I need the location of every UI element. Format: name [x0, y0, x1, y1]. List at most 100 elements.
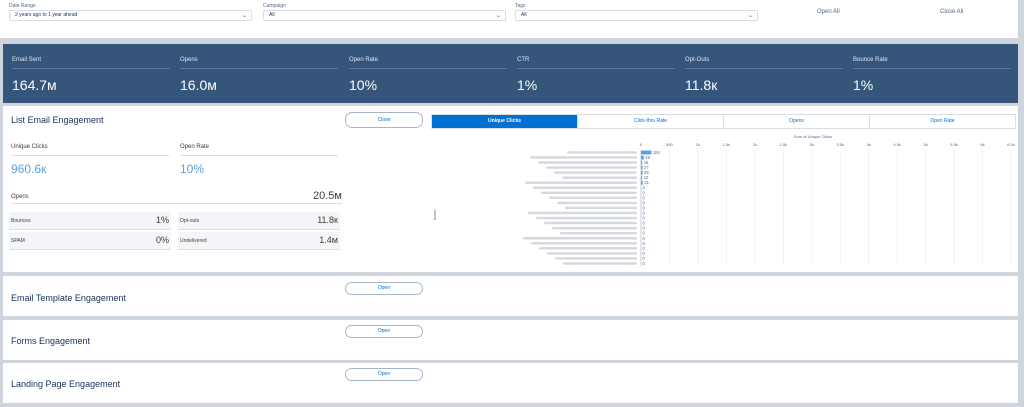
x-tick-label: 5.5k: [950, 142, 958, 147]
optouts-value: 11.8к: [317, 215, 338, 225]
category-label-blurred: [549, 196, 637, 200]
y-axis-label: Name: [432, 209, 437, 220]
kpi-bounce-rate: Bounce Rate 1%: [853, 44, 1011, 103]
date-range-select[interactable]: 2 years ago to 1 year ahead ⌄: [9, 10, 252, 21]
kpi-opens: Opens 16.0м: [180, 44, 338, 103]
category-label-blurred: [560, 232, 637, 235]
kpi-value: 10%: [349, 77, 378, 93]
x-tick-label: 2.5k: [780, 142, 788, 147]
category-label-blurred: [552, 226, 637, 230]
kpi-value: 16.0м: [180, 77, 217, 93]
unique-clicks-chart: Sum of Unique Clicks 0 500 1k 1.5k 2k 2.5k 3k 3.…: [432, 134, 1015, 267]
bar-value-label: 31: [644, 180, 649, 185]
spam-label: SPAM: [11, 238, 25, 244]
open-button[interactable]: Open: [345, 325, 423, 338]
bar: [641, 155, 644, 160]
chart-title: Sum of Unique Clicks: [794, 134, 832, 139]
category-label-blurred: [531, 242, 637, 245]
bar-value-label: 184: [653, 150, 661, 155]
category-label-blurred: [541, 191, 637, 194]
open-button[interactable]: Open: [345, 282, 423, 295]
open-rate-metric: Open Rate 10%: [180, 144, 338, 176]
kpi-label: Opt-Outs: [685, 57, 710, 63]
tab-click-thru-rate[interactable]: Click-thru Rate: [578, 115, 724, 128]
panel-title: Landing Page Engagement: [11, 379, 121, 389]
category-label-blurred: [533, 186, 637, 189]
campaign-value: All: [269, 12, 275, 18]
x-tick-label: 1.5k: [723, 142, 731, 147]
bounces-value: 1%: [155, 215, 169, 225]
x-tick-label: 2k: [753, 142, 757, 147]
x-tick-label: 3.5k: [836, 142, 844, 147]
kpi-label: Email Sent: [12, 57, 42, 63]
metric-value: 10%: [180, 162, 205, 176]
category-label-blurred: [536, 216, 637, 220]
list-email-engagement-panel: List Email Engagement Close Unique Click…: [3, 106, 1018, 272]
metric-label: Unique Clicks: [11, 144, 48, 150]
category-label-blurred: [528, 211, 637, 215]
forms-engagement-panel: Forms Engagement Open: [3, 320, 1018, 360]
category-label-blurred: [546, 166, 637, 169]
tags-select[interactable]: All ⌄: [515, 10, 758, 21]
open-all-button[interactable]: Open All: [817, 9, 840, 15]
x-tick-label: 0: [640, 142, 643, 147]
optouts-label: Opt-outs: [180, 218, 200, 224]
filter-bar: Date Range 2 years ago to 1 year ahead ⌄…: [0, 0, 1018, 38]
category-label-blurred: [544, 221, 637, 225]
panel-title: List Email Engagement: [11, 115, 104, 125]
tab-unique-clicks[interactable]: Unique Clicks: [432, 115, 578, 128]
bar: [641, 150, 652, 155]
open-button[interactable]: Open: [345, 368, 423, 381]
kpi-label: Open Rate: [349, 57, 379, 63]
kpi-label: CTR: [517, 57, 530, 63]
category-label-blurred: [563, 262, 637, 265]
kpi-opt-outs: Opt-Outs 11.8к: [685, 44, 843, 103]
chevron-down-icon: ⌄: [495, 13, 501, 19]
tags-value: All: [521, 12, 527, 18]
spam-cell: SPAM 0%: [9, 232, 171, 250]
tags-filter: Tags All ⌄: [515, 3, 758, 21]
opens-value: 20.5м: [313, 190, 342, 202]
category-label-blurred: [525, 181, 637, 184]
date-range-label: Date Range: [9, 3, 36, 9]
x-tick-label: 6k: [980, 142, 984, 147]
kpi-bar: Email Sent 164.7м Opens 16.0м Open Rate …: [3, 44, 1018, 103]
bounces-label: Bounces: [11, 218, 31, 224]
close-button[interactable]: Close: [345, 112, 423, 128]
tab-opens[interactable]: Opens: [724, 115, 870, 128]
campaign-label: Campaign: [263, 3, 286, 9]
spam-value: 0%: [155, 235, 169, 245]
category-label-blurred: [523, 237, 637, 240]
tab-open-rate[interactable]: Open Rate: [870, 115, 1015, 128]
kpi-value: 11.8к: [685, 77, 718, 93]
category-label-blurred: [538, 161, 637, 164]
category-label-blurred: [562, 176, 637, 179]
campaign-select[interactable]: All ⌄: [263, 10, 506, 21]
metric-tabs: Unique Clicks Click-thru Rate Opens Open…: [431, 114, 1016, 129]
metric-label: Open Rate: [180, 144, 210, 150]
opens-row: Opens 20.5м: [11, 190, 342, 202]
x-tick-label: 4k: [867, 142, 871, 147]
close-all-button[interactable]: Close All: [940, 9, 963, 15]
chevron-down-icon: ⌄: [241, 13, 247, 19]
kpi-value: 1%: [853, 77, 874, 93]
landing-page-engagement-panel: Landing Page Engagement Open: [3, 363, 1018, 403]
category-label-blurred: [539, 247, 637, 250]
kpi-label: Opens: [180, 57, 198, 63]
category-label-blurred: [547, 252, 637, 255]
bounces-cell: Bounces 1%: [9, 212, 171, 230]
kpi-open-rate: Open Rate 10%: [349, 44, 507, 103]
panel-title: Forms Engagement: [11, 336, 91, 346]
x-tick-label: 1k: [696, 142, 700, 147]
kpi-value: 164.7м: [12, 77, 57, 93]
panel-title: Email Template Engagement: [11, 293, 126, 303]
x-tick-label: 5k: [923, 142, 927, 147]
category-label-blurred: [530, 156, 637, 159]
bar-value-label: 0: [643, 261, 646, 266]
category-label-blurred: [554, 171, 637, 174]
x-tick-label: 6.5k: [1007, 142, 1015, 147]
kpi-email-sent: Email Sent 164.7м: [12, 44, 170, 103]
x-tick-label: 3k: [810, 142, 814, 147]
category-label-blurred: [557, 201, 637, 205]
date-range-filter: Date Range 2 years ago to 1 year ahead ⌄: [9, 3, 252, 21]
